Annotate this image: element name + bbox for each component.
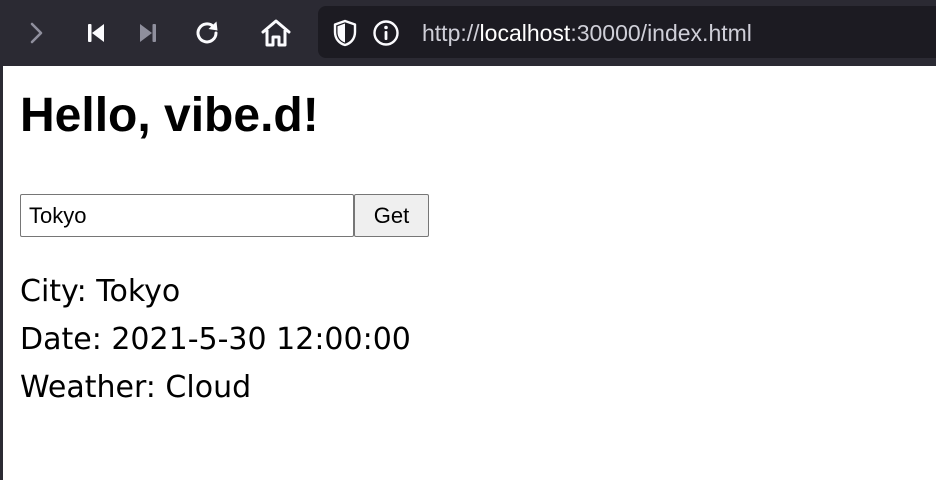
home-button[interactable] <box>256 13 296 53</box>
forward-icon <box>30 22 43 44</box>
url-host: localhost <box>479 20 571 46</box>
page-content: Hello, vibe.d! Get City: Tokyo Date: 202… <box>3 66 936 480</box>
city-result: City: Tokyo <box>20 274 181 309</box>
skip-back-icon <box>88 24 104 42</box>
url-scheme: http:// <box>422 20 480 46</box>
city-input[interactable] <box>20 194 354 237</box>
skip-forward-button[interactable] <box>128 13 168 53</box>
url-bar[interactable]: http://localhost:30000/index.html <box>318 6 936 58</box>
url-path: :30000/index.html <box>570 20 752 46</box>
page-title: Hello, vibe.d! <box>20 89 319 142</box>
info-icon[interactable] <box>372 19 400 47</box>
browser-toolbar: http://localhost:30000/index.html <box>0 0 936 66</box>
shield-icon[interactable] <box>332 19 358 47</box>
home-icon <box>261 19 291 47</box>
forward-button[interactable] <box>16 13 56 53</box>
get-button[interactable]: Get <box>354 194 429 237</box>
date-result: Date: 2021-5-30 12:00:00 <box>20 322 411 357</box>
skip-forward-icon <box>140 24 156 42</box>
reload-icon <box>196 21 218 44</box>
url-text[interactable]: http://localhost:30000/index.html <box>422 19 752 47</box>
weather-result: Weather: Cloud <box>20 370 252 405</box>
skip-back-button[interactable] <box>76 13 116 53</box>
reload-button[interactable] <box>187 13 227 53</box>
